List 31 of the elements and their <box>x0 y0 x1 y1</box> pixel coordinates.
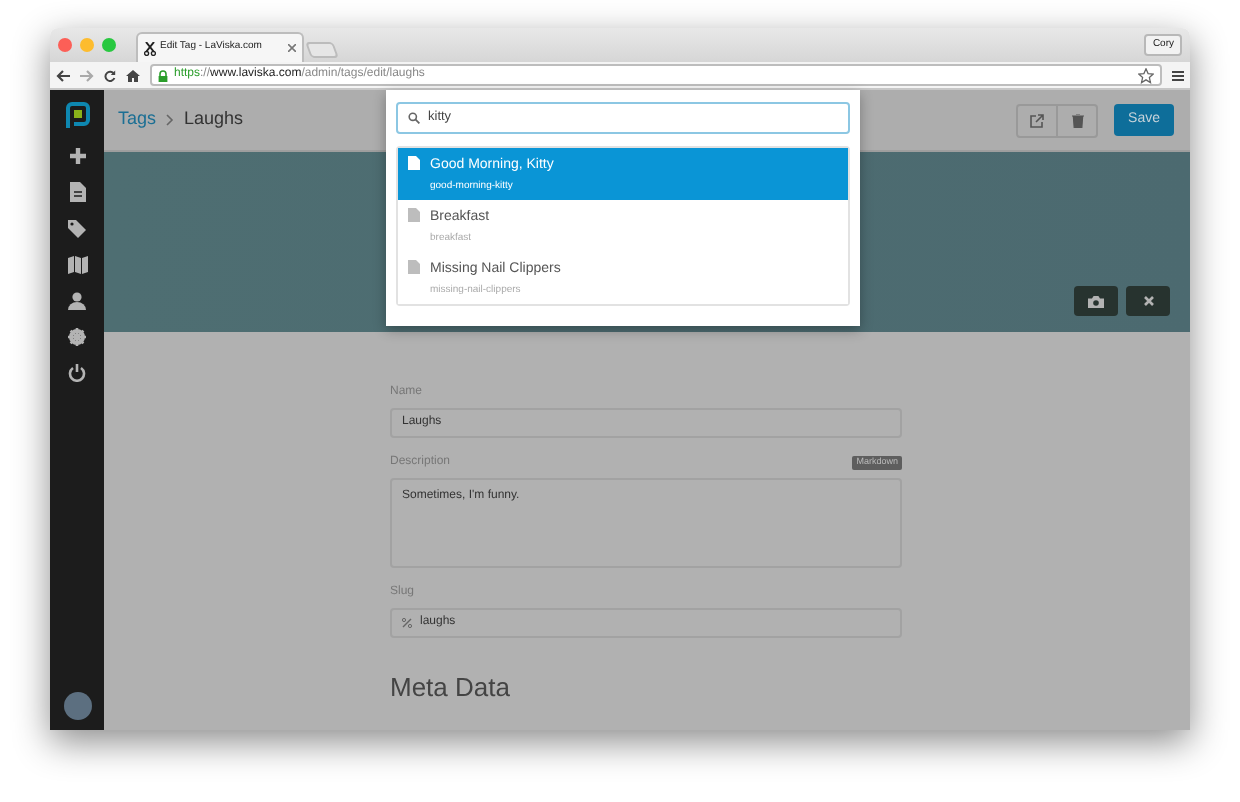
avatar[interactable] <box>63 692 91 720</box>
document-icon <box>408 156 420 170</box>
home-icon[interactable] <box>126 69 140 81</box>
external-link-icon <box>1030 113 1045 127</box>
settings-icon[interactable] <box>68 328 86 346</box>
document-icon <box>408 260 420 274</box>
remove-button[interactable] <box>1126 286 1170 316</box>
reload-icon[interactable] <box>104 69 116 81</box>
star-icon[interactable] <box>1138 67 1154 83</box>
trash-icon <box>1071 113 1084 127</box>
search-icon <box>408 112 420 124</box>
close-icon[interactable] <box>288 44 296 52</box>
breadcrumb-current: Laughs <box>184 106 244 133</box>
document-icon[interactable] <box>69 182 85 202</box>
camera-button[interactable] <box>1074 286 1118 316</box>
power-icon[interactable] <box>68 364 86 382</box>
close-icon <box>1143 296 1153 306</box>
back-icon[interactable] <box>56 69 70 81</box>
tag-icon[interactable] <box>68 220 86 238</box>
scissors-icon <box>144 41 156 55</box>
section-heading: Meta Data <box>390 670 512 706</box>
lock-icon <box>158 69 168 81</box>
document-icon <box>408 208 420 222</box>
user-icon[interactable] <box>68 292 86 310</box>
map-icon[interactable] <box>67 256 87 274</box>
logo-icon[interactable] <box>64 102 90 130</box>
chevron-right-icon <box>166 114 175 126</box>
link-icon <box>402 618 412 628</box>
menu-icon[interactable] <box>1172 69 1184 81</box>
plus-icon[interactable] <box>69 148 85 164</box>
camera-icon <box>1088 295 1104 307</box>
